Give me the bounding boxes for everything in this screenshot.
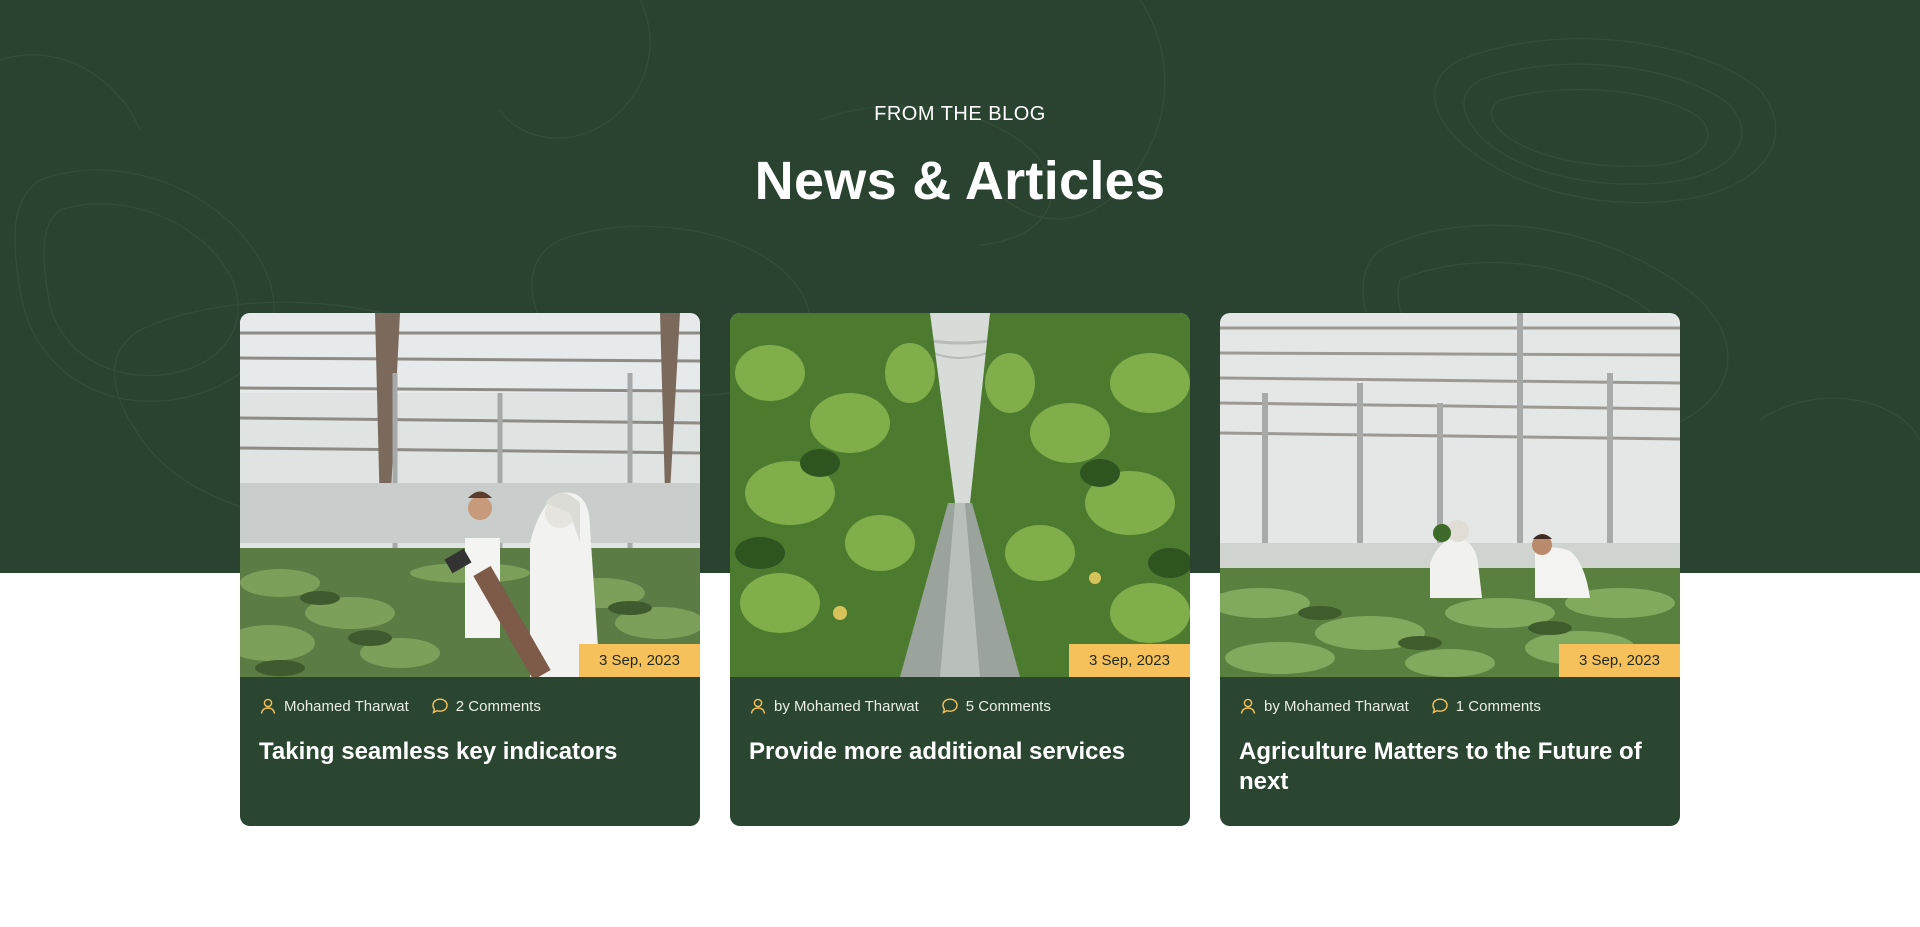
comments-link[interactable]: 5 Comments (941, 697, 1051, 715)
date-badge: 3 Sep, 2023 (579, 644, 700, 677)
comments-link[interactable]: 2 Comments (431, 697, 541, 715)
comment-icon (431, 697, 449, 715)
comment-icon (941, 697, 959, 715)
article-card-2[interactable]: 3 Sep, 2023 by Mohamed Tharwat 5 Comment… (730, 313, 1190, 826)
section-title: News & Articles (754, 151, 1166, 211)
article-meta: by Mohamed Tharwat 1 Comments (1239, 695, 1563, 717)
article-meta: by Mohamed Tharwat 5 Comments (749, 695, 1073, 717)
author-link[interactable]: by Mohamed Tharwat (749, 697, 919, 715)
comment-count: 2 Comments (455, 697, 541, 715)
article-card-3[interactable]: 3 Sep, 2023 by Mohamed Tharwat 1 Comment… (1220, 313, 1680, 826)
greenhouse-scientists-photo[interactable] (240, 313, 700, 677)
article-card-1[interactable]: 3 Sep, 2023 Mohamed Tharwat 2 Comments T… (240, 313, 700, 826)
comments-link[interactable]: 1 Comments (1431, 697, 1541, 715)
comment-count: 5 Comments (965, 697, 1051, 715)
date-badge: 3 Sep, 2023 (1559, 644, 1680, 677)
author-name: by Mohamed Tharwat (1264, 697, 1409, 715)
author-name: by Mohamed Tharwat (774, 697, 919, 715)
comment-icon (1431, 697, 1449, 715)
section-eyebrow: FROM THE BLOG (874, 103, 1046, 125)
greenhouse-workers-photo[interactable] (1220, 313, 1680, 677)
comment-count: 1 Comments (1455, 697, 1541, 715)
user-icon (259, 697, 277, 715)
author-link[interactable]: Mohamed Tharwat (259, 697, 409, 715)
author-link[interactable]: by Mohamed Tharwat (1239, 697, 1409, 715)
user-icon (749, 697, 767, 715)
article-title[interactable]: Taking seamless key indicators (259, 737, 684, 767)
article-title[interactable]: Provide more additional services (749, 737, 1174, 767)
article-title[interactable]: Agriculture Matters to the Future of nex… (1239, 737, 1664, 797)
date-badge: 3 Sep, 2023 (1069, 644, 1190, 677)
user-icon (1239, 697, 1257, 715)
greenhouse-aisle-photo[interactable] (730, 313, 1190, 677)
author-name: Mohamed Tharwat (284, 697, 409, 715)
article-meta: Mohamed Tharwat 2 Comments (259, 695, 563, 717)
